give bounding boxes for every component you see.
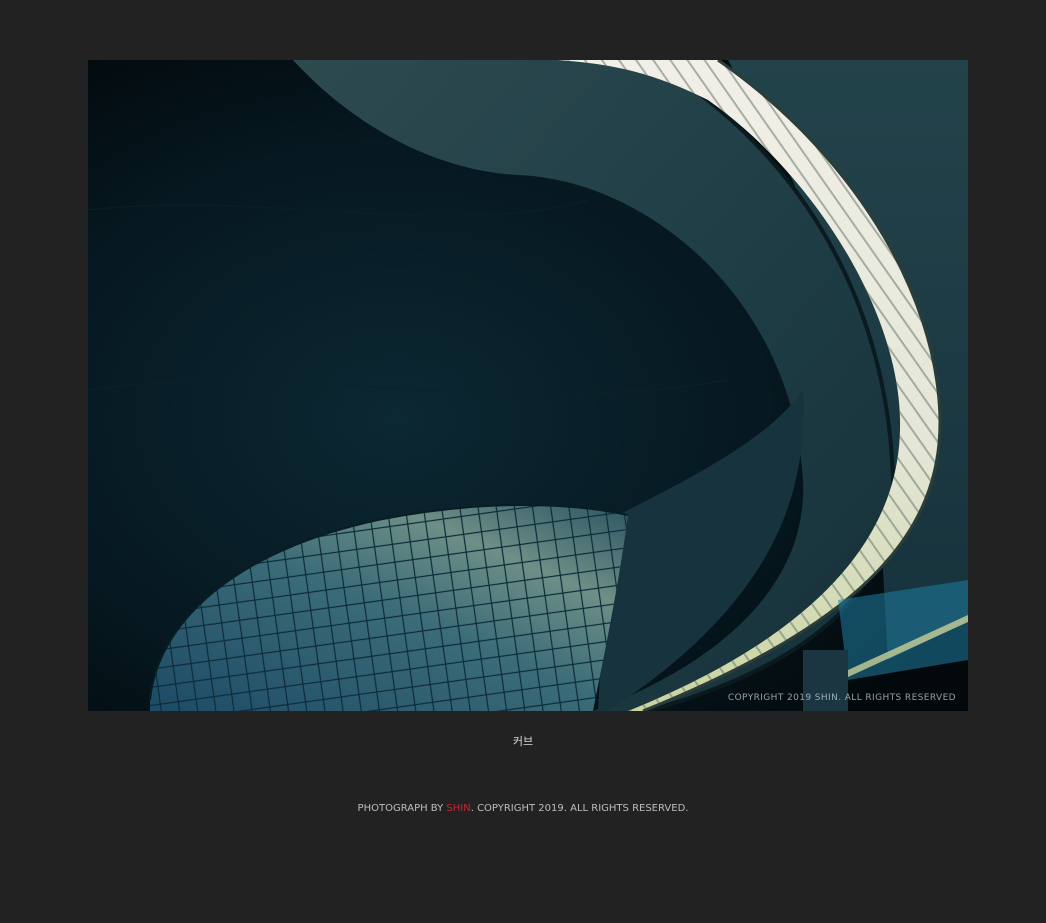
credit-prefix: PHOTOGRAPH BY bbox=[357, 803, 447, 814]
credit-suffix: . COPYRIGHT 2019. ALL RIGHTS RESERVED. bbox=[470, 803, 689, 814]
credit-author-link[interactable]: SHIN bbox=[446, 803, 470, 814]
photo-image bbox=[88, 60, 968, 711]
photo-caption: 커브 bbox=[512, 735, 534, 748]
page: COPYRIGHT 2019 SHIN. ALL RIGHTS RESERVED… bbox=[0, 0, 1046, 923]
footer-credit: PHOTOGRAPH BY SHIN. COPYRIGHT 2019. ALL … bbox=[0, 803, 1046, 814]
photo: COPYRIGHT 2019 SHIN. ALL RIGHTS RESERVED bbox=[88, 60, 968, 711]
photo-watermark: COPYRIGHT 2019 SHIN. ALL RIGHTS RESERVED bbox=[727, 693, 956, 703]
